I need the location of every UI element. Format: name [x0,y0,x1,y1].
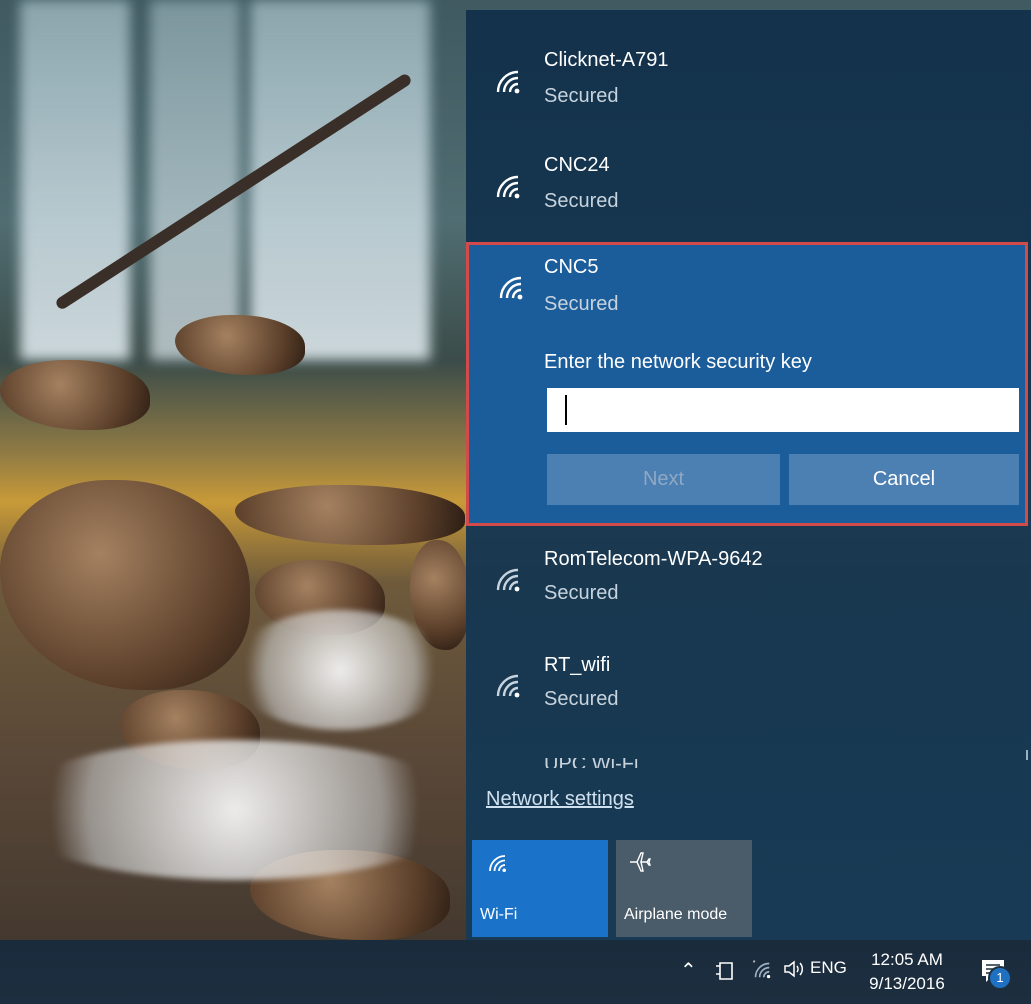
waterfall-left [20,0,130,360]
airplane-icon [628,850,652,874]
network-settings-link[interactable]: Network settings [486,788,634,811]
power-plug-icon[interactable] [712,960,738,982]
network-status: Secured [544,190,619,212]
rock-4 [235,485,465,545]
rock-3 [0,480,250,690]
water-foam-1 [230,610,450,730]
wifi-quick-action[interactable]: Wi-Fi [472,840,608,937]
airplane-mode-quick-action[interactable]: Airplane mode [616,840,752,937]
rock-2 [175,315,305,375]
clock-date: 9/13/2016 [869,974,945,993]
network-ssid-partial[interactable]: UPC Wi-Fi [544,758,638,768]
wifi-signal-icon [490,64,522,96]
network-ssid: Clicknet-A791 [544,49,669,71]
network-status: Secured [544,293,619,315]
cancel-button[interactable]: Cancel [789,454,1019,505]
wifi-icon [484,850,508,874]
wifi-signal-icon [493,270,525,302]
network-status: Secured [544,688,619,710]
wifi-signal-icon [490,562,522,594]
waterfall-right [250,0,430,360]
show-hidden-icons-chevron-icon[interactable]: ⌃ [680,958,697,983]
network-status: Secured [544,582,619,604]
security-key-prompt: Enter the network security key [544,351,812,373]
network-ssid: RomTelecom-WPA-9642 [544,548,763,570]
network-ssid: CNC24 [544,154,610,176]
wifi-signal-icon [490,668,522,700]
airplane-tile-label: Airplane mode [624,906,728,923]
next-button[interactable]: Next [547,454,780,505]
waterfall-center [150,0,240,360]
notification-count-badge: 1 [988,966,1012,990]
svg-text:*: * [753,960,756,967]
network-ssid: RT_wifi [544,654,611,676]
action-center-button[interactable]: 1 [978,956,1012,990]
volume-icon[interactable] [782,958,808,980]
text-cursor [565,395,567,425]
clock-time: 12:05 AM [871,950,943,969]
network-item[interactable]: RomTelecom-WPA-9642 Secured [466,540,1031,620]
network-item[interactable]: Clicknet-A791 Secured [466,44,1031,124]
network-item-expanded[interactable]: CNC5 Secured Enter the network security … [466,242,1028,526]
input-language-indicator[interactable]: ENG [810,958,847,978]
network-flyout: Clicknet-A791 Secured CNC24 Secured CNC5… [466,10,1031,940]
wifi-tile-label: Wi-Fi [480,906,518,923]
network-ssid: CNC5 [544,256,599,278]
network-item[interactable]: CNC24 Secured [466,149,1031,229]
network-item[interactable]: RT_wifi Secured [466,646,1031,726]
security-key-input[interactable] [547,388,1019,432]
scrollbar-indicator[interactable] [1026,750,1028,760]
network-status: Secured [544,85,619,107]
water-foam-2 [0,740,470,880]
clock[interactable]: 12:05 AM 9/13/2016 [862,948,952,996]
taskbar: ⌃ * ENG 12:05 AM 9/13/2016 1 [0,940,1031,1004]
wifi-tray-icon[interactable]: * [750,958,772,980]
wifi-signal-icon [490,169,522,201]
rock-1 [0,360,150,430]
